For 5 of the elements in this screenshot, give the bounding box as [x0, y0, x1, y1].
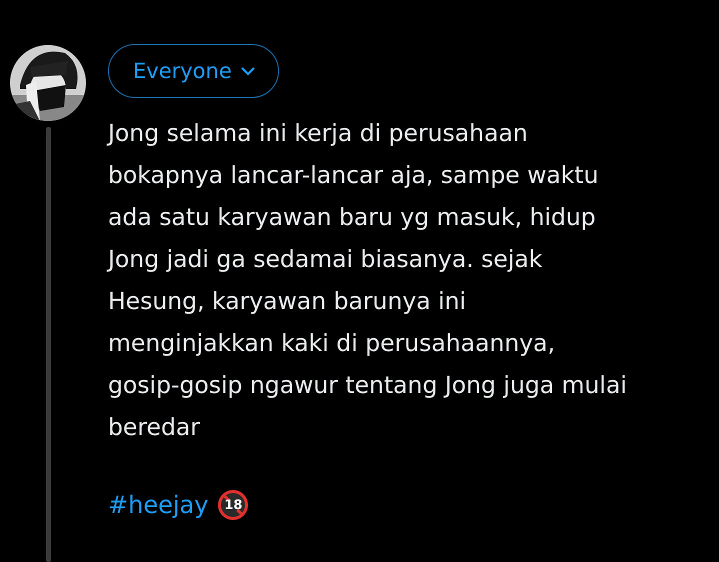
chevron-down-icon	[240, 66, 256, 76]
tweet-text: Jong selama ini kerja di perusahaan bokapnya lancar-lancar aja, sampe waktu ada satu karyawan baru yg masuk, hidup Jong jadi ga sedamai biasanya. sejak Hesung, karyawan barunya ini menginjakkan kaki di perusahaannya, gosip-gosip ngawur tentang Jong juga mulai beredar	[108, 118, 627, 443]
audience-button[interactable]: Everyone	[108, 44, 279, 98]
age-restriction-icon: 18	[218, 490, 248, 520]
hashtag-link[interactable]: #heejay	[108, 491, 208, 519]
